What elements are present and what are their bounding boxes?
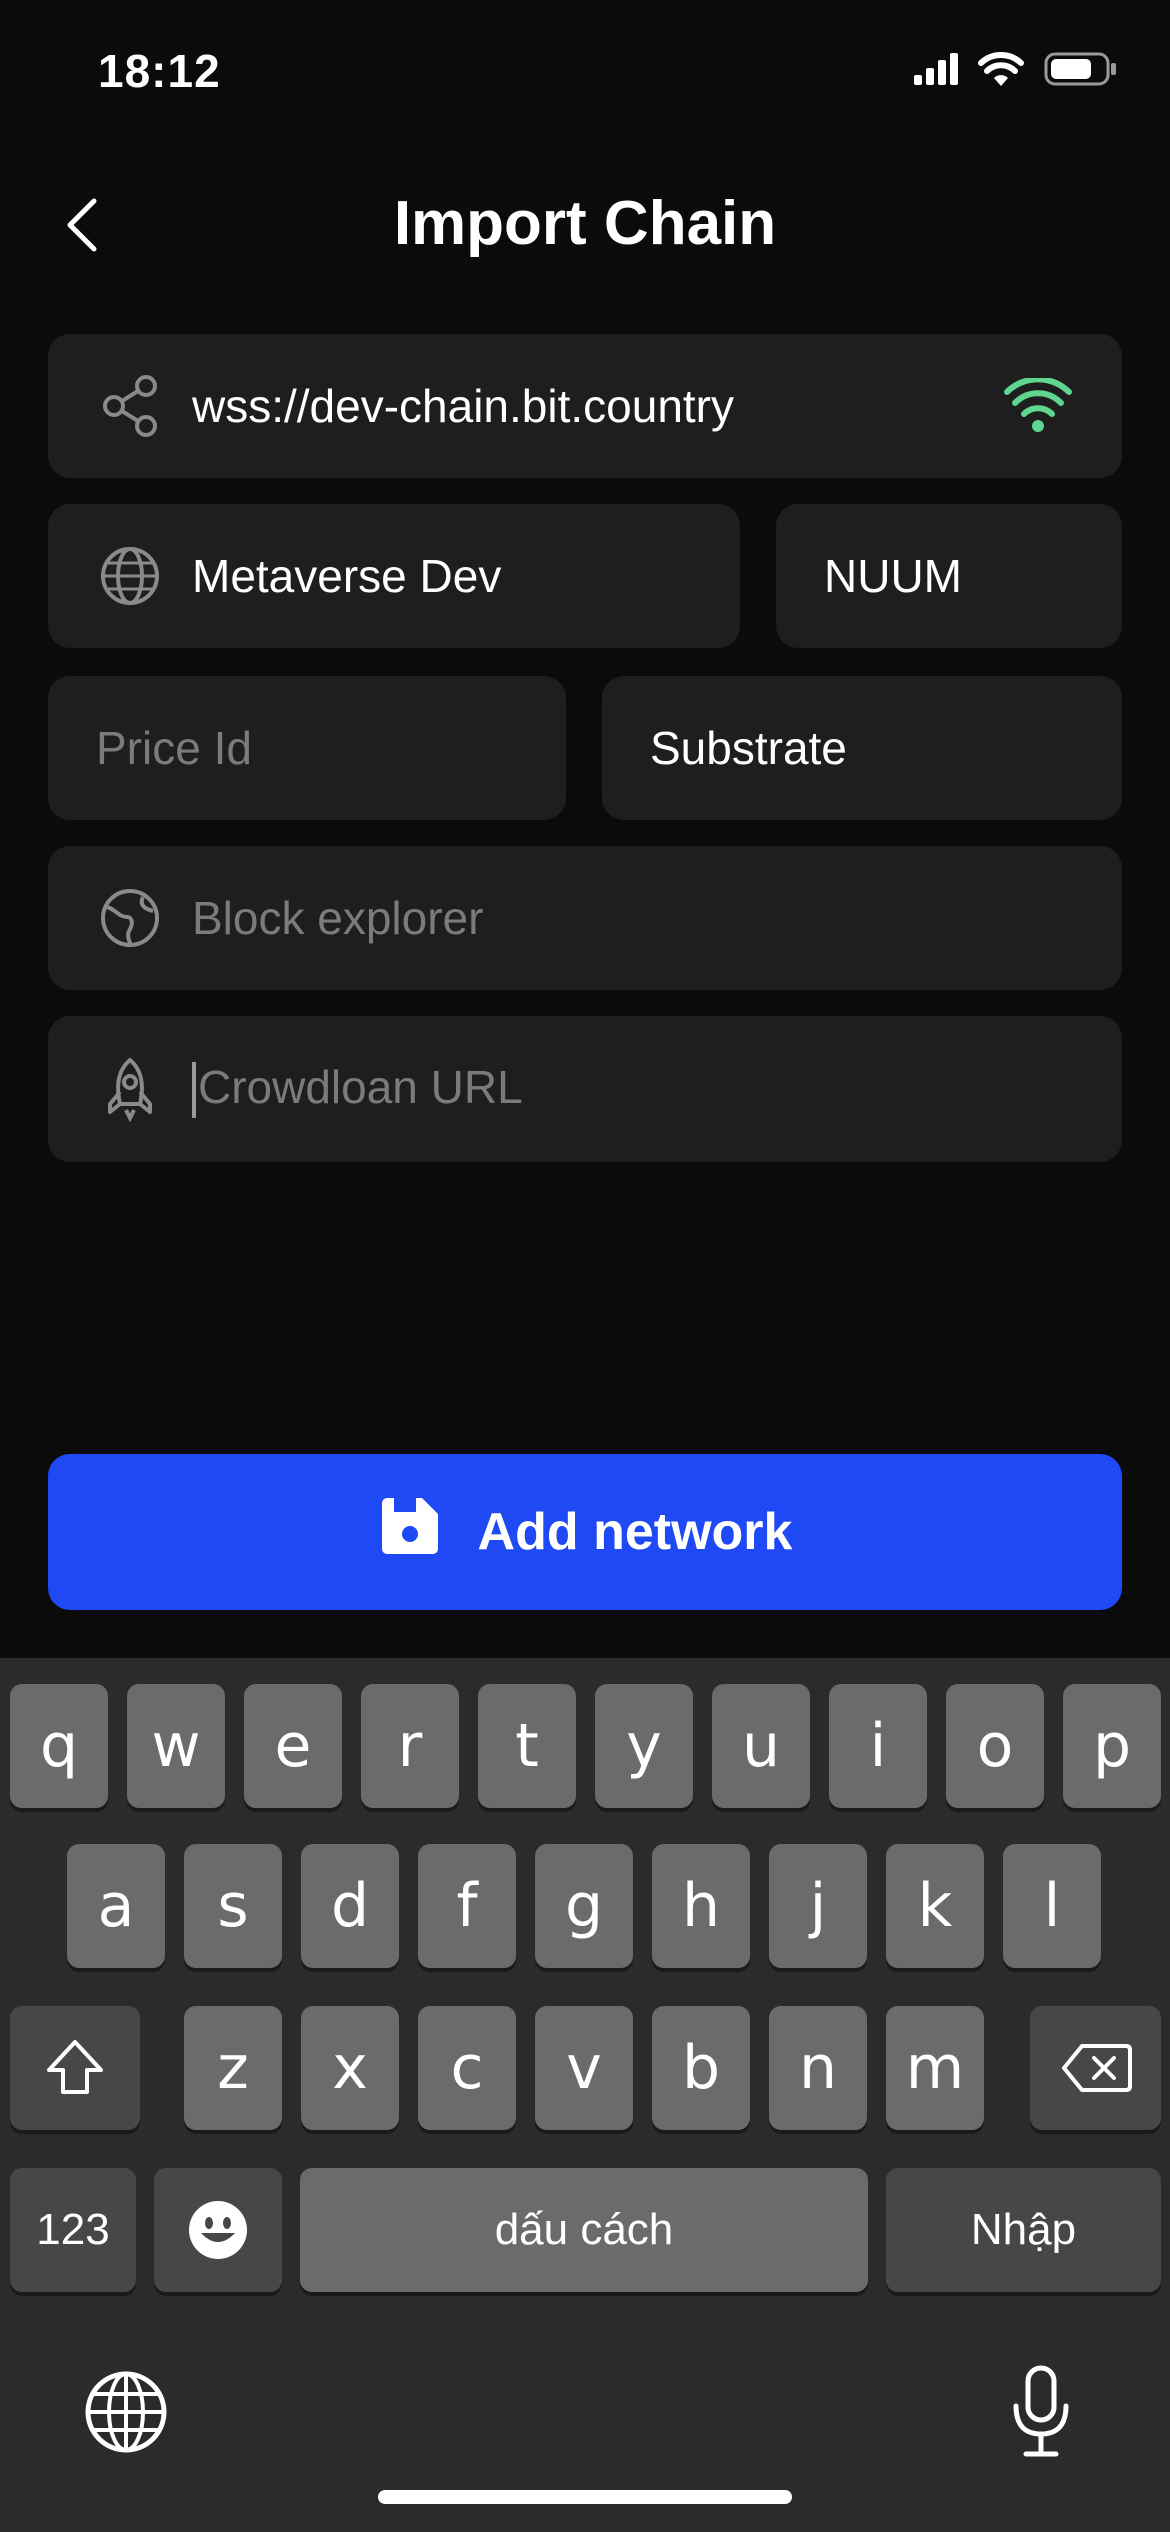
signal-icon <box>914 53 958 85</box>
globe-icon <box>98 544 162 608</box>
key-h[interactable]: h <box>652 1844 750 1968</box>
key-w[interactable]: w <box>127 1684 225 1808</box>
space-key[interactable]: dấu cách <box>300 2168 868 2292</box>
rpc-url-value: wss://dev-chain.bit.country <box>192 380 735 432</box>
home-indicator <box>378 2490 792 2504</box>
price-id-field[interactable]: Price Id <box>48 676 566 820</box>
emoji-key[interactable] <box>154 2168 282 2292</box>
key-l[interactable]: l <box>1003 1844 1101 1968</box>
key-r[interactable]: r <box>361 1684 459 1808</box>
return-key[interactable]: Nhập <box>886 2168 1161 2292</box>
key-f[interactable]: f <box>418 1844 516 1968</box>
block-explorer-placeholder: Block explorer <box>192 892 484 944</box>
key-i[interactable]: i <box>829 1684 927 1808</box>
key-s[interactable]: s <box>184 1844 282 1968</box>
crowdloan-url-placeholder: Crowdloan URL <box>192 1060 523 1119</box>
key-k[interactable]: k <box>886 1844 984 1968</box>
wifi-status-icon <box>978 52 1024 86</box>
network-name-value: Metaverse Dev <box>192 550 502 602</box>
battery-icon <box>1044 52 1116 86</box>
symbol-field[interactable]: NUUM <box>776 504 1122 648</box>
microphone-button[interactable] <box>1010 2364 1072 2465</box>
emoji-icon <box>189 2201 247 2259</box>
network-name-field[interactable]: Metaverse Dev <box>48 504 740 648</box>
status-time: 18:12 <box>98 45 221 97</box>
key-j[interactable]: j <box>769 1844 867 1968</box>
shift-key[interactable] <box>10 2006 140 2130</box>
key-z[interactable]: z <box>184 2006 282 2130</box>
keyboard-globe-icon <box>85 2371 167 2453</box>
shift-icon <box>47 2040 103 2094</box>
key-p[interactable]: p <box>1063 1684 1161 1808</box>
key-m[interactable]: m <box>886 2006 984 2130</box>
wifi-connected-icon <box>1004 376 1072 439</box>
network-type-field[interactable]: Substrate <box>602 676 1122 820</box>
keyboard-globe-button[interactable] <box>84 2370 168 2459</box>
key-d[interactable]: d <box>301 1844 399 1968</box>
crowdloan-url-field[interactable]: Crowdloan URL <box>48 1016 1122 1162</box>
share-icon <box>98 374 162 438</box>
key-e[interactable]: e <box>244 1684 342 1808</box>
keyboard: q w e r t y u i o p a s d f g h j k l z … <box>0 1658 1170 2532</box>
add-network-label: Add network <box>477 1503 793 1561</box>
status-icons <box>914 52 1118 86</box>
microphone-icon <box>1013 2365 1069 2457</box>
symbol-value: NUUM <box>824 550 962 602</box>
rpc-url-field[interactable]: wss://dev-chain.bit.country <box>48 334 1122 478</box>
key-a[interactable]: a <box>67 1844 165 1968</box>
price-id-placeholder: Price Id <box>96 722 252 774</box>
delete-key[interactable] <box>1030 2006 1161 2130</box>
block-explorer-field[interactable]: Block explorer <box>48 846 1122 990</box>
key-n[interactable]: n <box>769 2006 867 2130</box>
page-title: Import Chain <box>393 189 777 258</box>
text-caret <box>192 1062 196 1119</box>
key-x[interactable]: x <box>301 2006 399 2130</box>
key-g[interactable]: g <box>535 1844 633 1968</box>
key-o[interactable]: o <box>946 1684 1044 1808</box>
numbers-key[interactable]: 123 <box>10 2168 136 2292</box>
key-y[interactable]: y <box>595 1684 693 1808</box>
key-u[interactable]: u <box>712 1684 810 1808</box>
key-b[interactable]: b <box>652 2006 750 2130</box>
key-v[interactable]: v <box>535 2006 633 2130</box>
network-type-value: Substrate <box>650 722 847 774</box>
rocket-icon <box>98 1057 162 1122</box>
key-q[interactable]: q <box>10 1684 108 1808</box>
key-t[interactable]: t <box>478 1684 576 1808</box>
explorer-icon <box>98 886 162 950</box>
floppy-disk-icon <box>378 1494 442 1571</box>
add-network-button[interactable]: Add network <box>48 1454 1122 1610</box>
delete-icon <box>1061 2044 1132 2092</box>
key-c[interactable]: c <box>418 2006 516 2130</box>
